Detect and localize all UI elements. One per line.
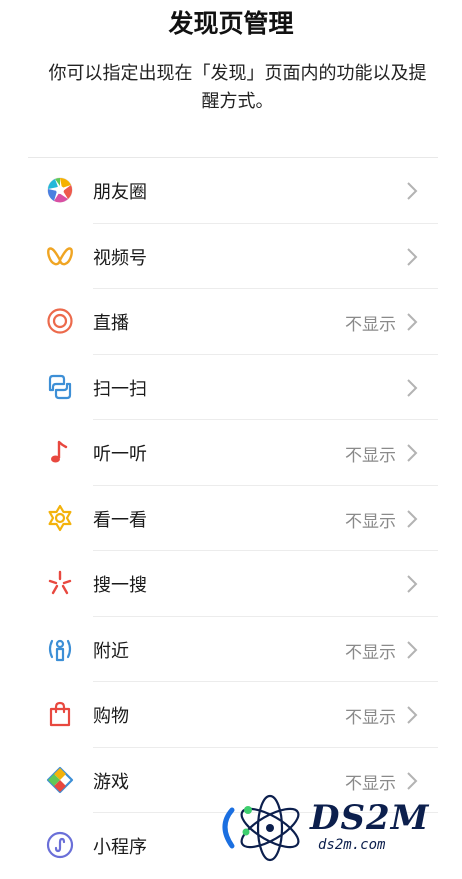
live-icon — [47, 308, 73, 334]
list-item-live[interactable]: 直播 不显示 — [0, 289, 462, 355]
chevron-right-icon — [407, 444, 418, 462]
list-item-label: 游戏 — [93, 771, 129, 793]
list-item-status: 不显示 — [345, 642, 396, 663]
list-item-label: 小程序 — [93, 837, 147, 858]
page-description: 你可以指定出现在「发现」页面内的功能以及提醒方式。 — [48, 63, 427, 112]
list-item-label: 看一看 — [93, 509, 147, 531]
watermark-title: DS2M — [310, 798, 430, 838]
list-item-top-stories[interactable]: 看一看 不显示 — [0, 486, 462, 551]
list-item-search[interactable]: 搜一搜 — [0, 551, 462, 617]
atom-logo-icon — [222, 794, 300, 862]
nearby-icon — [48, 639, 72, 661]
moments-aperture-icon — [47, 177, 73, 203]
games-icon — [46, 766, 74, 793]
list-item-label: 朋友圈 — [93, 182, 147, 203]
list-item-label: 扫一扫 — [93, 378, 147, 400]
chevron-right-icon — [407, 378, 418, 397]
top-stories-icon — [48, 504, 72, 531]
chevron-right-icon — [407, 640, 418, 659]
feature-list: 朋友圈 视频号 直播 不显示 扫一扫 听一听 不显示 看一看 不显示 搜一搜 附… — [0, 158, 462, 879]
list-item-label: 听一听 — [93, 444, 147, 465]
list-item-label: 直播 — [93, 313, 129, 334]
watermark-url: ds2m.com — [318, 837, 386, 853]
list-item-status: 不显示 — [345, 708, 396, 728]
list-item-label: 搜一搜 — [93, 575, 147, 596]
search-burst-icon — [48, 570, 72, 595]
list-item-channels[interactable]: 视频号 — [0, 224, 462, 289]
list-item-nearby[interactable]: 附近 不显示 — [0, 617, 462, 682]
list-item-moments[interactable]: 朋友圈 — [0, 158, 462, 224]
chevron-right-icon — [407, 247, 418, 266]
page-title: 发现页管理 — [168, 9, 294, 38]
list-item-shopping[interactable]: 购物 不显示 — [0, 682, 462, 748]
shopping-bag-icon — [49, 701, 71, 727]
channels-icon — [47, 246, 73, 265]
list-item-status: 不显示 — [345, 511, 396, 532]
music-note-icon — [51, 440, 68, 463]
watermark-logo: DS2M ds2m.com — [214, 788, 462, 863]
list-item-label: 附近 — [93, 640, 129, 662]
chevron-right-icon — [407, 575, 418, 593]
scan-icon — [48, 374, 72, 399]
list-item-status: 不显示 — [345, 315, 396, 335]
list-item-label: 购物 — [93, 706, 129, 727]
mini-programs-icon — [46, 831, 74, 859]
list-item-label: 视频号 — [93, 247, 147, 269]
list-item-status: 不显示 — [345, 446, 396, 466]
chevron-right-icon — [407, 182, 418, 200]
list-item-scan[interactable]: 扫一扫 — [0, 355, 462, 420]
chevron-right-icon — [407, 509, 418, 528]
list-item-listen[interactable]: 听一听 不显示 — [0, 420, 462, 486]
chevron-right-icon — [407, 313, 418, 331]
chevron-right-icon — [407, 706, 418, 724]
